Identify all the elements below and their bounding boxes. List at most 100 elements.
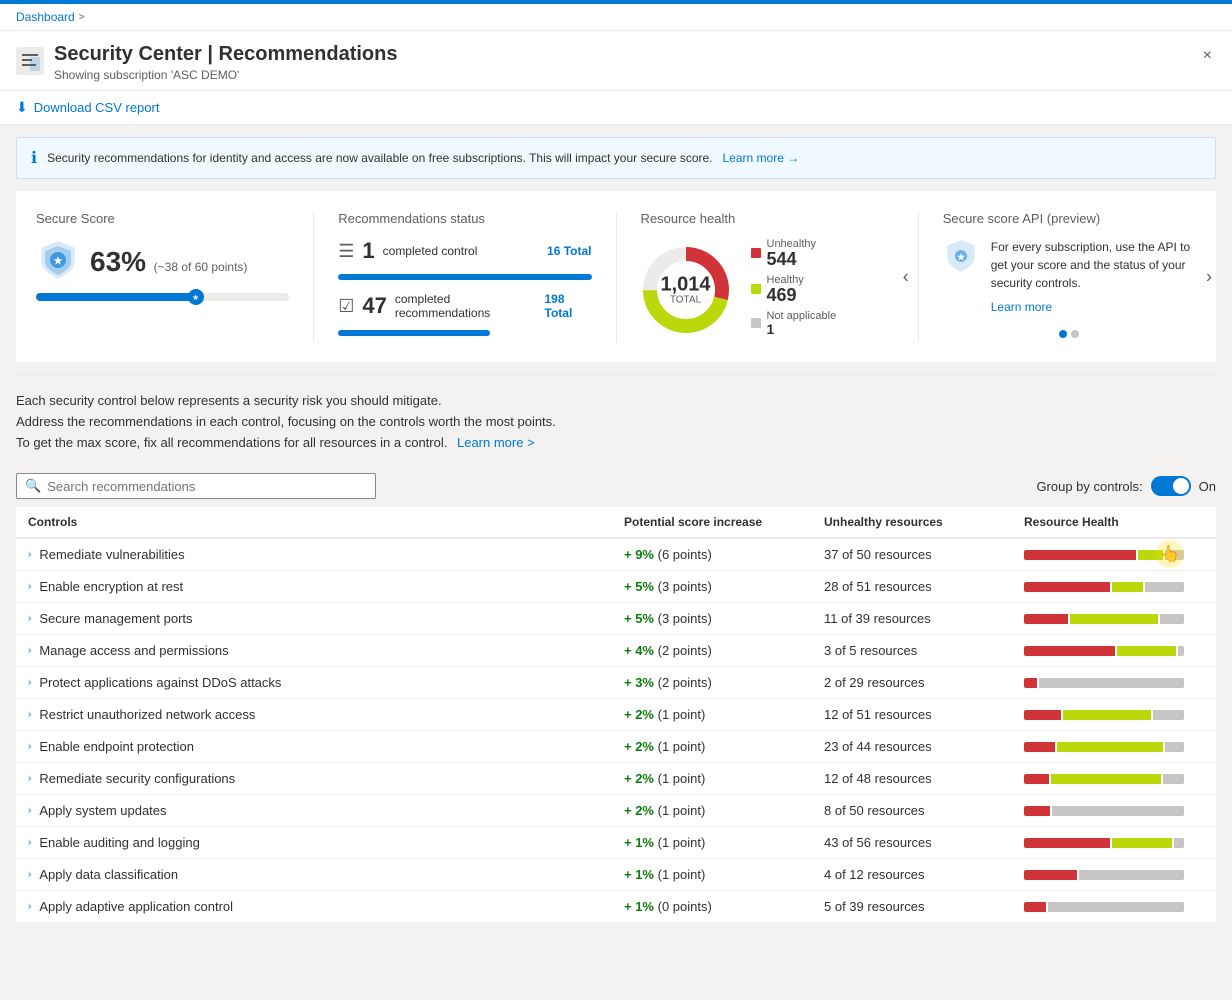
breadcrumb-dashboard[interactable]: Dashboard xyxy=(16,10,75,24)
row-unhealthy-11: 5 of 39 resources xyxy=(824,899,1024,914)
table-row[interactable]: › Apply data classification + 1% (1 poin… xyxy=(16,859,1216,891)
healthy-dot xyxy=(751,284,761,294)
table-row[interactable]: › Enable endpoint protection + 2% (1 poi… xyxy=(16,731,1216,763)
score-bar: ★ xyxy=(36,293,289,301)
bar-green-2 xyxy=(1070,614,1158,624)
group-by-toggle[interactable] xyxy=(1151,476,1191,496)
expand-icon-8[interactable]: › xyxy=(28,805,31,816)
bar-red-8 xyxy=(1024,806,1050,816)
api-description: For every subscription, use the API to g… xyxy=(991,240,1190,290)
table-row[interactable]: › Secure management ports + 5% (3 points… xyxy=(16,603,1216,635)
table-row[interactable]: › Restrict unauthorized network access +… xyxy=(16,699,1216,731)
na-dot xyxy=(751,318,761,328)
row-score-2: + 5% (3 points) xyxy=(624,611,824,626)
expand-icon-5[interactable]: › xyxy=(28,709,31,720)
expand-icon-3[interactable]: › xyxy=(28,645,31,656)
toggle-knob xyxy=(1173,478,1189,494)
close-button[interactable]: × xyxy=(1199,43,1216,69)
row-unhealthy-7: 12 of 48 resources xyxy=(824,771,1024,786)
score-points-6: (1 point) xyxy=(658,739,706,754)
score-points-3: (2 points) xyxy=(658,643,712,658)
row-score-4: + 3% (2 points) xyxy=(624,675,824,690)
carousel-dot-2[interactable] xyxy=(1071,330,1079,338)
info-banner-text: Security recommendations for identity an… xyxy=(47,151,712,165)
carousel-next-button[interactable]: › xyxy=(1206,266,1212,287)
score-points-1: (3 points) xyxy=(658,579,712,594)
expand-icon-1[interactable]: › xyxy=(28,581,31,592)
row-health-9 xyxy=(1024,838,1204,848)
expand-icon-6[interactable]: › xyxy=(28,741,31,752)
table-row[interactable]: › Protect applications against DDoS atta… xyxy=(16,667,1216,699)
svg-text:★: ★ xyxy=(54,256,63,267)
expand-icon-0[interactable]: › xyxy=(28,549,31,560)
expand-icon-11[interactable]: › xyxy=(28,901,31,912)
expand-icon-4[interactable]: › xyxy=(28,677,31,688)
api-learn-more[interactable]: Learn more xyxy=(991,300,1196,314)
table-row[interactable]: › Manage access and permissions + 4% (2 … xyxy=(16,635,1216,667)
description-section: Each security control below represents a… xyxy=(16,375,1216,461)
health-bar-5 xyxy=(1024,710,1184,720)
row-health-8 xyxy=(1024,806,1204,816)
carousel-dots xyxy=(943,330,1196,338)
group-by-controls: Group by controls: On xyxy=(1036,476,1216,496)
score-bold-7: + 2% xyxy=(624,771,654,786)
row-label-7: Remediate security configurations xyxy=(39,771,235,786)
row-unhealthy-10: 4 of 12 resources xyxy=(824,867,1024,882)
api-content: ★ For every subscription, use the API to… xyxy=(943,238,1196,314)
score-points-7: (1 point) xyxy=(658,771,706,786)
bar-red-9 xyxy=(1024,838,1110,848)
row-label-10: Apply data classification xyxy=(39,867,178,882)
expand-icon-9[interactable]: › xyxy=(28,837,31,848)
search-input[interactable] xyxy=(47,479,367,494)
download-icon: ⬇ xyxy=(16,99,28,116)
table-row[interactable]: › Remediate security configurations + 2%… xyxy=(16,763,1216,795)
expand-icon-10[interactable]: › xyxy=(28,869,31,880)
carousel-dot-1[interactable] xyxy=(1059,330,1067,338)
desc-learn-more[interactable]: Learn more > xyxy=(457,435,535,450)
score-points-9: (1 point) xyxy=(658,835,706,850)
bar-green-7 xyxy=(1051,774,1160,784)
score-bold-4: + 3% xyxy=(624,675,654,690)
carousel-prev-button[interactable]: ‹ xyxy=(903,266,909,287)
table-row[interactable]: › Enable encryption at rest + 5% (3 poin… xyxy=(16,571,1216,603)
table-row[interactable]: › Enable auditing and logging + 1% (1 po… xyxy=(16,827,1216,859)
health-bar-10 xyxy=(1024,870,1184,880)
info-banner-learn-more[interactable]: Learn more → xyxy=(723,151,800,165)
score-bold-11: + 1% xyxy=(624,899,654,914)
score-points-0: (6 points) xyxy=(658,547,712,562)
expand-icon-7[interactable]: › xyxy=(28,773,31,784)
secure-score-icon: ★ xyxy=(36,238,80,285)
bar-green-3 xyxy=(1117,646,1176,656)
table-row[interactable]: › Apply system updates + 2% (1 point) 8 … xyxy=(16,795,1216,827)
na-label: Not applicable xyxy=(767,310,837,322)
score-percent: 63% xyxy=(90,246,146,277)
health-bar-1 xyxy=(1024,582,1184,592)
group-by-label: Group by controls: xyxy=(1036,479,1142,494)
download-csv-button[interactable]: Download CSV report xyxy=(34,100,160,115)
search-box[interactable]: 🔍 xyxy=(16,473,376,499)
table-row[interactable]: › Apply adaptive application control + 1… xyxy=(16,891,1216,923)
health-bar-2 xyxy=(1024,614,1184,624)
secure-score-title: Secure Score xyxy=(36,211,289,226)
row-unhealthy-8: 8 of 50 resources xyxy=(824,803,1024,818)
row-label-6: Enable endpoint protection xyxy=(39,739,194,754)
expand-icon-2[interactable]: › xyxy=(28,613,31,624)
row-health-2 xyxy=(1024,614,1204,624)
bar-red-4 xyxy=(1024,678,1037,688)
row-label-4: Protect applications against DDoS attack… xyxy=(39,675,281,690)
score-points-5: (1 point) xyxy=(658,707,706,722)
score-bold-9: + 1% xyxy=(624,835,654,850)
row-name-1: › Enable encryption at rest xyxy=(28,579,624,594)
col-health: Resource Health xyxy=(1024,515,1204,529)
breadcrumb-separator: > xyxy=(79,12,85,23)
page-title: Security Center | Recommendations xyxy=(54,43,397,66)
table-row[interactable]: › Remediate vulnerabilities + 9% (6 poin… xyxy=(16,539,1216,571)
group-by-state: On xyxy=(1199,479,1216,494)
row-unhealthy-2: 11 of 39 resources xyxy=(824,611,1024,626)
header-left: Security Center | Recommendations Showin… xyxy=(16,43,397,82)
bar-gray-1 xyxy=(1145,582,1184,592)
row-health-4 xyxy=(1024,678,1204,688)
score-row: ★ 63% (~38 of 60 points) xyxy=(36,238,289,285)
row-label-8: Apply system updates xyxy=(39,803,166,818)
secure-score-api-block: Secure score API (preview) ★ For every s… xyxy=(919,211,1196,342)
